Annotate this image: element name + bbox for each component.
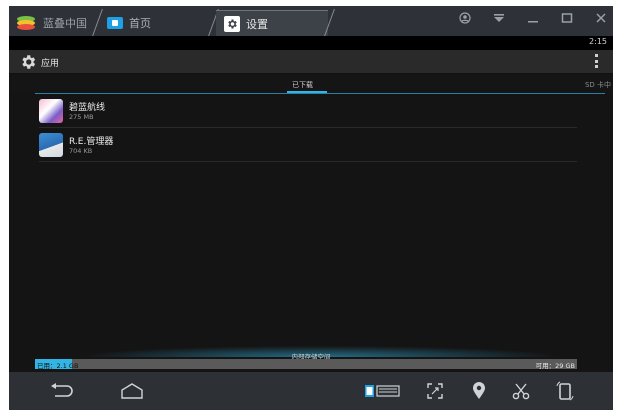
overflow-menu-icon[interactable] xyxy=(595,54,599,68)
re-manager-app-icon xyxy=(39,133,63,157)
tab-front-page[interactable]: 首页 xyxy=(101,10,213,36)
action-bar: 应用 xyxy=(9,50,613,74)
divider xyxy=(35,93,605,94)
location-pin-icon[interactable] xyxy=(467,380,491,402)
bottom-nav-bar xyxy=(9,372,613,410)
app-filter-tabs: 已下载 SD 卡中 xyxy=(9,76,613,94)
minimize-icon[interactable] xyxy=(525,12,541,28)
triangle-down-icon[interactable] xyxy=(491,12,507,28)
app-list-item[interactable]: 碧蓝航线 275 MB xyxy=(39,96,577,128)
tab-bluestacks-home[interactable]: 蓝叠中国 xyxy=(9,10,99,36)
app-size: 275 MB xyxy=(69,113,94,121)
home-app-icon xyxy=(107,17,123,29)
storage-free-text: 可用：29 GB xyxy=(535,362,575,370)
azur-lane-app-icon xyxy=(39,99,63,123)
tab-sd-card[interactable]: SD 卡中 xyxy=(585,80,611,90)
tab-bar: 蓝叠中国 首页 设置 xyxy=(9,6,613,36)
tab-settings[interactable]: 设置 xyxy=(216,10,328,36)
app-name: 碧蓝航线 xyxy=(69,103,106,113)
app-name: R.E.管理器 xyxy=(69,137,114,147)
app-list-item[interactable]: R.E.管理器 704 KB xyxy=(39,130,577,162)
user-circle-icon[interactable] xyxy=(457,12,473,28)
fullscreen-icon[interactable] xyxy=(423,380,447,402)
android-screen: 2:15 应用 已下载 SD 卡中 碧蓝航线 275 MB R.E.管理器 70… xyxy=(9,36,613,380)
back-icon[interactable] xyxy=(47,380,77,402)
close-icon[interactable] xyxy=(593,12,609,28)
app-size: 704 KB xyxy=(69,147,93,155)
status-clock: 2:15 xyxy=(589,37,607,46)
tab-label: 蓝叠中国 xyxy=(43,17,87,30)
home-icon[interactable] xyxy=(117,380,147,402)
tab-downloaded[interactable]: 已下载 xyxy=(292,80,313,90)
scissors-icon[interactable] xyxy=(509,380,533,402)
page-title: 应用 xyxy=(41,59,60,69)
storage-used-text: 已用：2.1 GB xyxy=(37,362,79,370)
emulator-window: 蓝叠中国 首页 设置 2:15 应用 已下载 SD 卡中 碧蓝航线 275 MB… xyxy=(9,6,613,410)
status-bar: 2:15 xyxy=(9,36,613,50)
keyboard-toggle-icon[interactable] xyxy=(363,380,401,402)
bluestacks-logo-icon xyxy=(15,16,37,30)
storage-usage-bar: 已用：2.1 GB 可用：29 GB xyxy=(35,359,577,370)
settings-gear-icon xyxy=(224,15,240,32)
tab-label: 设置 xyxy=(246,17,268,31)
window-controls xyxy=(457,12,609,28)
tab-label: 首页 xyxy=(129,17,151,30)
rotate-screen-icon[interactable] xyxy=(553,380,577,402)
maximize-icon[interactable] xyxy=(559,12,575,28)
settings-gear-icon[interactable] xyxy=(19,53,37,75)
